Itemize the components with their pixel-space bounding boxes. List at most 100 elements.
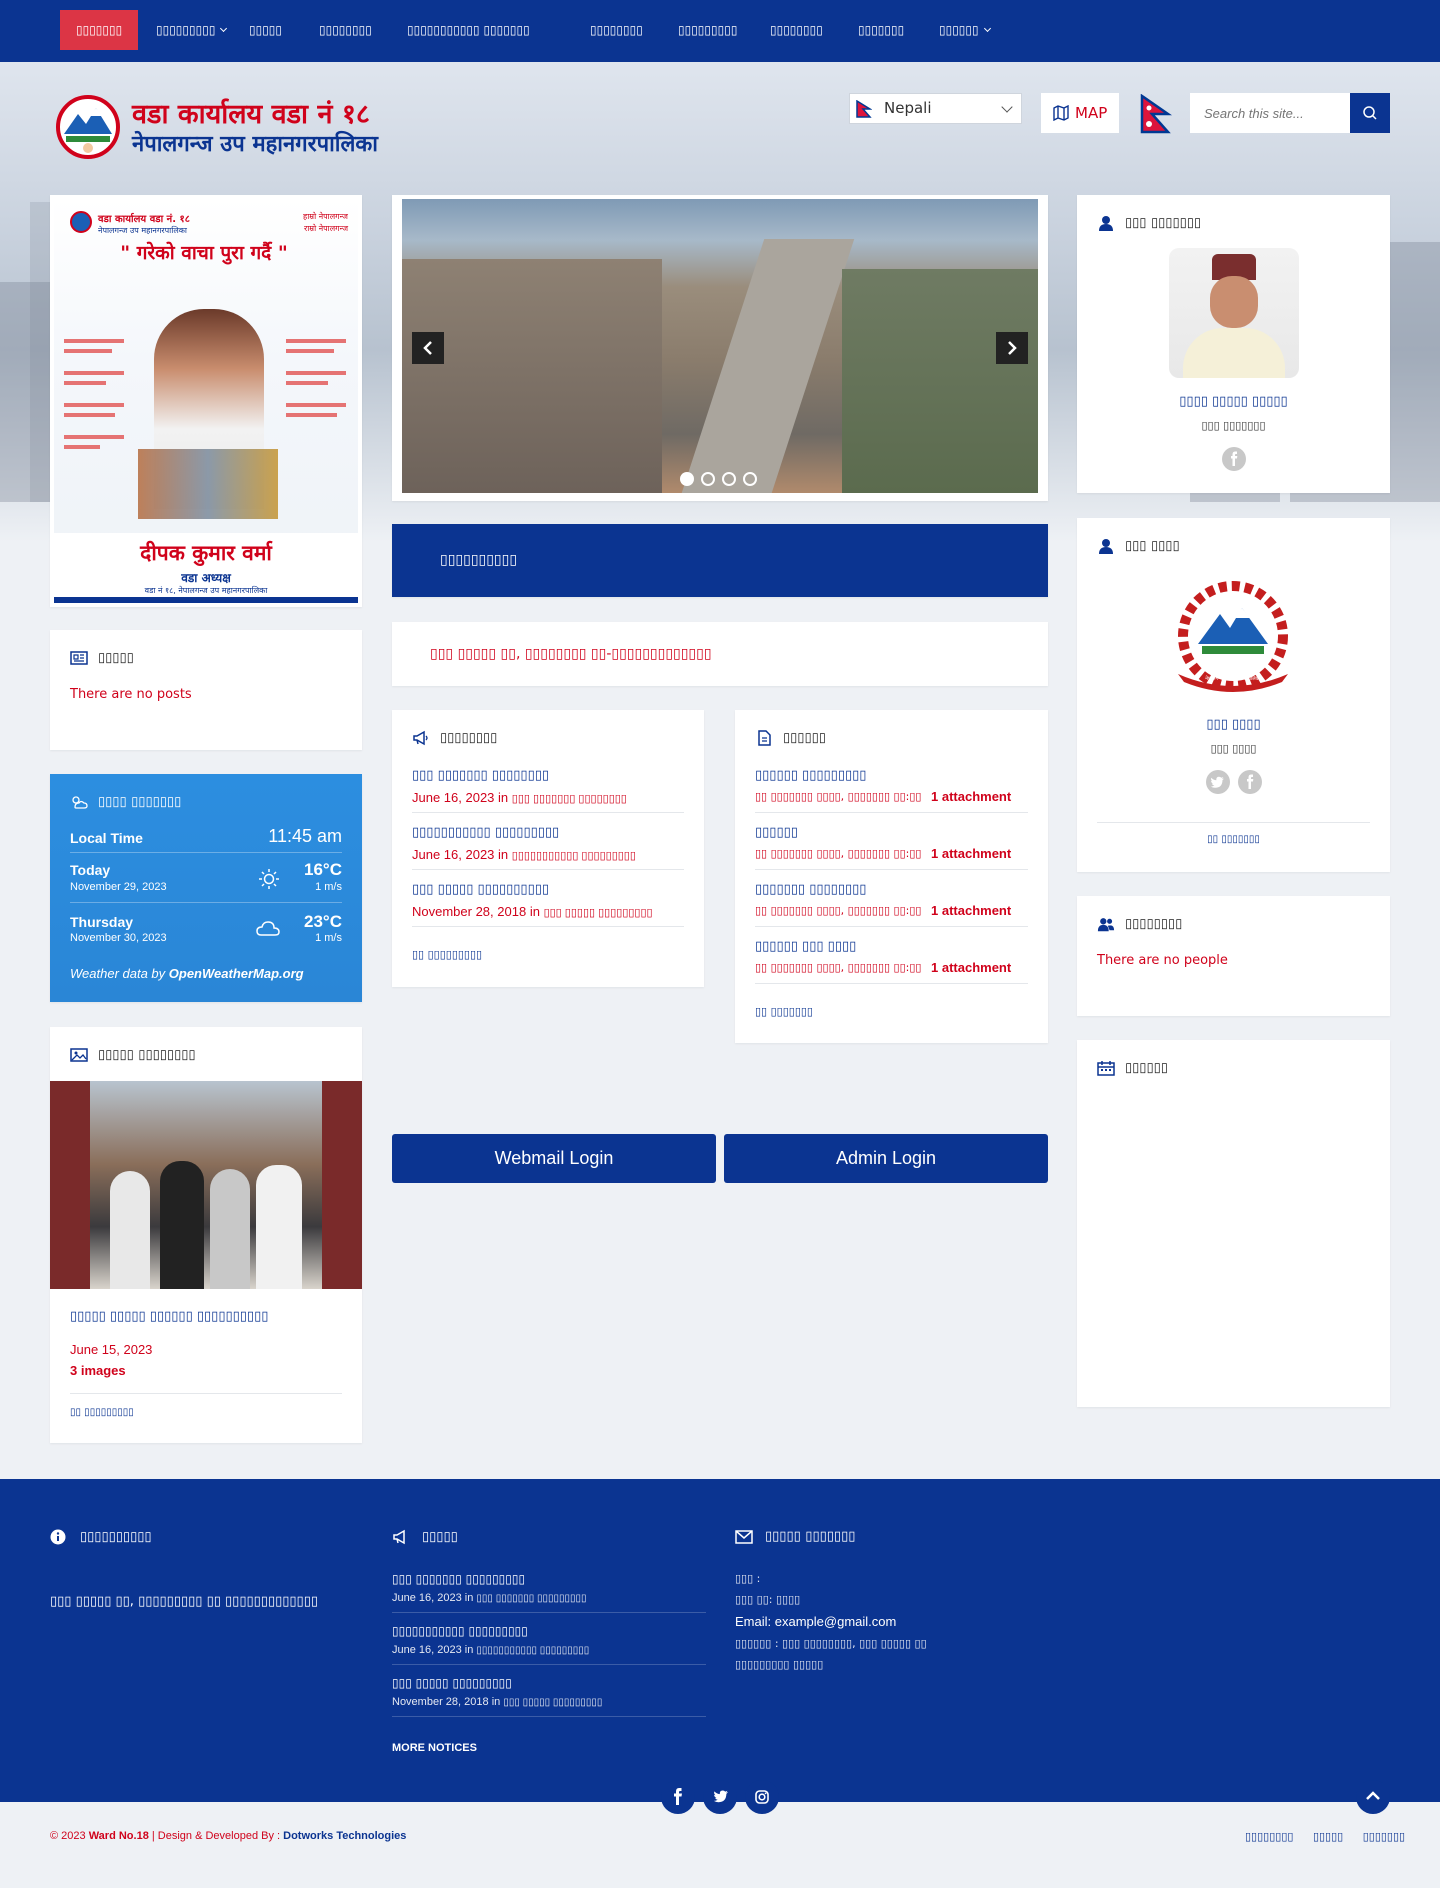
more-notices-link[interactable]: MORE NOTICES [392, 1742, 477, 1754]
slider-dot[interactable] [722, 472, 736, 486]
site-link[interactable]: Ward No.18 [89, 1830, 149, 1842]
notice-banner: ▯▯▯▯▯▯▯▯▯▯ [392, 524, 1048, 597]
emblem-ribbon-text: नेपालगन्ज उप महानगरपालिका [1205, 676, 1261, 682]
facebook-button[interactable] [1238, 770, 1262, 794]
footer-twitter-button[interactable] [703, 1780, 737, 1814]
ticker-text[interactable]: ▯▯▯ ▯▯▯▯▯ ▯▯, ▯▯▯▯▯▯▯▯ ▯▯-▯▯▯▯▯▯▯▯▯▯▯▯▯ [430, 646, 712, 662]
contact-mobile: ▯▯▯ ▯▯: ▯▯▯▯ [735, 1593, 801, 1606]
nav-item-label: ▯▯▯▯▯▯▯▯ [770, 23, 823, 37]
footer-facebook-button[interactable] [661, 1780, 695, 1814]
footer-notice-category[interactable]: ▯▯▯ ▯▯▯▯▯ ▯▯▯▯▯▯▯▯▯ [503, 1697, 602, 1708]
next-day-wind: 1 m/s [315, 932, 342, 944]
map-button[interactable]: MAP [1041, 93, 1119, 133]
copyright: © 2023 Ward No.18 | Design & Developed B… [50, 1830, 407, 1842]
chairperson-name[interactable]: ▯▯▯▯ ▯▯▯▯▯ ▯▯▯▯▯ [1077, 394, 1390, 409]
nav-item[interactable]: ▯▯▯▯▯▯▯▯▯ [140, 10, 242, 50]
notice-category-link[interactable]: ▯▯▯▯▯▯▯▯▯▯▯ ▯▯▯▯▯▯▯▯▯ [512, 850, 636, 862]
slider-dot[interactable] [680, 472, 694, 486]
bottom-link[interactable]: ▯▯▯▯▯▯▯ [1363, 1830, 1405, 1843]
nav-item[interactable]: ▯▯▯▯▯▯ [923, 10, 1006, 50]
nepal-flag-icon [1140, 94, 1172, 134]
ward-officer-view-all[interactable]: ▯▯ ▯▯▯▯▯▯▯ [1077, 834, 1390, 845]
document-attachment[interactable]: 1 attachment [931, 903, 1011, 918]
site-logo[interactable]: वडा कार्यालय वडा नं १८ नेपालगन्ज उप महान… [50, 94, 450, 160]
twitter-button[interactable] [1206, 770, 1230, 794]
slide-image[interactable] [402, 199, 1038, 493]
back-to-top-button[interactable] [1356, 1780, 1390, 1814]
search-button[interactable] [1350, 93, 1390, 133]
nav-item[interactable]: ▯▯▯▯▯▯▯▯▯▯▯ ▯▯▯▯▯▯▯ [391, 10, 546, 50]
bottom-link[interactable]: ▯▯▯▯▯▯▯▯ [1245, 1830, 1293, 1843]
chairperson-card: ▯▯▯ ▯▯▯▯▯▯▯ ▯▯▯▯ ▯▯▯▯▯ ▯▯▯▯▯ ▯▯▯ ▯▯▯▯▯▯▯ [1077, 195, 1390, 493]
notice-title[interactable]: ▯▯▯ ▯▯▯▯▯▯▯ ▯▯▯▯▯▯▯▯ [412, 768, 549, 783]
nav-item[interactable]: ▯▯▯▯▯▯▯▯▯ [662, 10, 753, 50]
gallery-photo[interactable] [50, 1081, 362, 1289]
documents-heading: ▯▯▯▯▯▯ [755, 730, 826, 746]
instagram-icon [755, 1790, 769, 1804]
notice-title[interactable]: ▯▯▯▯▯▯▯▯▯▯▯ ▯▯▯▯▯▯▯▯▯ [412, 825, 559, 840]
footer-notice-meta: June 16, 2023 in ▯▯▯ ▯▯▯▯▯▯▯ ▯▯▯▯▯▯▯▯▯ [392, 1592, 587, 1604]
document-meta: ▯▯ ▯▯▯▯▯▯▯ ▯▯▯▯, ▯▯▯▯▯▯▯ ▯▯:▯▯ [755, 961, 922, 974]
admin-login-button[interactable]: Admin Login [724, 1134, 1048, 1183]
notice-title[interactable]: ▯▯▯ ▯▯▯▯▯ ▯▯▯▯▯▯▯▯▯▯ [412, 882, 549, 897]
facebook-button[interactable] [1222, 447, 1246, 471]
calendar-heading: ▯▯▯▯▯▯ [1097, 1060, 1168, 1076]
slider-next-button[interactable] [996, 332, 1028, 364]
footer-notice-title[interactable]: ▯▯▯ ▯▯▯▯▯ ▯▯▯▯▯▯▯▯▯ [392, 1676, 512, 1690]
language-select[interactable]: Nepali [849, 93, 1022, 124]
notice-date: November 28, 2018 [412, 904, 527, 919]
user-icon [1099, 539, 1113, 554]
document-attachment[interactable]: 1 attachment [931, 960, 1011, 975]
notice-category-link[interactable]: ▯▯▯ ▯▯▯▯▯▯▯ ▯▯▯▯▯▯▯▯ [512, 793, 627, 805]
weather-credit: Weather data by OpenWeatherMap.org [70, 966, 304, 981]
documents-view-all[interactable]: ▯▯ ▯▯▯▯▯▯▯ [755, 1005, 813, 1018]
next-day-label: Thursday [70, 914, 134, 930]
ward-officer-title: ▯▯▯ ▯▯▯▯ [1125, 538, 1180, 554]
emblem-icon [56, 95, 120, 159]
chairperson-photo[interactable] [1169, 248, 1299, 378]
developer-link[interactable]: Dotworks Technologies [283, 1830, 406, 1842]
bottom-link[interactable]: ▯▯▯▯▯ [1313, 1830, 1343, 1843]
slider-dots [680, 472, 760, 486]
ward-officer-name[interactable]: ▯▯▯ ▯▯▯▯ [1077, 717, 1390, 732]
document-title[interactable]: ▯▯▯▯▯▯▯ ▯▯▯▯▯▯▯▯ [755, 882, 866, 897]
email-link[interactable]: example@gmail.com [775, 1614, 897, 1629]
nav-item[interactable]: ▯▯▯▯▯▯▯▯ [754, 10, 839, 50]
document-title[interactable]: ▯▯▯▯▯▯ ▯▯▯ ▯▯▯▯ [755, 939, 856, 954]
poster-footer: वडा नं १८, नेपालगन्ज उप महानगरपालिका [144, 586, 268, 595]
gallery-view-all[interactable]: ▯▯ ▯▯▯▯▯▯▯▯▯ [70, 1407, 134, 1418]
notices-view-all[interactable]: ▯▯ ▯▯▯▯▯▯▯▯▯ [412, 948, 482, 961]
nav-item[interactable]: ▯▯▯▯▯▯▯▯ [303, 10, 388, 50]
footer-instagram-button[interactable] [745, 1780, 779, 1814]
footer-notice-category[interactable]: ▯▯▯ ▯▯▯▯▯▯▯ ▯▯▯▯▯▯▯▯▯ [476, 1593, 586, 1604]
slider-prev-button[interactable] [412, 332, 444, 364]
gallery-count: 3 images [70, 1363, 126, 1378]
footer-notice-title[interactable]: ▯▯▯▯▯▯▯▯▯▯▯ ▯▯▯▯▯▯▯▯▯ [392, 1624, 528, 1638]
nav-item-label: ▯▯▯▯▯▯▯ [858, 23, 905, 37]
nav-item[interactable]: ▯▯▯▯▯▯▯ [842, 10, 920, 50]
search-icon [1363, 106, 1377, 120]
footer-notice-title[interactable]: ▯▯▯ ▯▯▯▯▯▯▯ ▯▯▯▯▯▯▯▯▯ [392, 1572, 525, 1586]
slider-dot[interactable] [701, 472, 715, 486]
poster-sub: नेपालगन्ज उप महानगरपालिका [98, 226, 187, 235]
notice-category-link[interactable]: ▯▯▯ ▯▯▯▯▯ ▯▯▯▯▯▯▯▯▯ [544, 907, 653, 919]
document-attachment[interactable]: 1 attachment [931, 846, 1011, 861]
document-attachment[interactable]: 1 attachment [931, 789, 1011, 804]
document-title[interactable]: ▯▯▯▯▯▯ [755, 825, 798, 840]
notice-date: June 16, 2023 [412, 847, 495, 862]
openweathermap-link[interactable]: OpenWeatherMap.org [169, 966, 304, 981]
gallery-caption[interactable]: ▯▯▯▯▯ ▯▯▯▯▯ ▯▯▯▯▯▯ ▯▯▯▯▯▯▯▯▯▯ [70, 1309, 268, 1324]
nav-item[interactable]: ▯▯▯▯▯ [233, 10, 298, 50]
chairman-poster[interactable]: वडा कार्यालय वडा नं. १८ नेपालगन्ज उप महा… [54, 199, 358, 603]
calendar-icon [1097, 1061, 1115, 1076]
nepal-flag-icon [856, 100, 872, 118]
slider-dot[interactable] [743, 472, 757, 486]
webmail-login-button[interactable]: Webmail Login [392, 1134, 716, 1183]
document-meta: ▯▯ ▯▯▯▯▯▯▯ ▯▯▯▯, ▯▯▯▯▯▯▯ ▯▯:▯▯ [755, 790, 922, 803]
info-icon [50, 1529, 66, 1545]
nav-item[interactable]: ▯▯▯▯▯▯▯ [60, 10, 139, 50]
poster-card: वडा कार्यालय वडा नं. १८ नेपालगन्ज उप महा… [50, 195, 362, 607]
nav-item[interactable]: ▯▯▯▯▯▯▯▯ [574, 10, 659, 50]
footer-notice-category[interactable]: ▯▯▯▯▯▯▯▯▯▯▯ ▯▯▯▯▯▯▯▯▯ [476, 1645, 589, 1656]
document-title[interactable]: ▯▯▯▯▯▯ ▯▯▯▯▯▯▯▯▯ [755, 768, 866, 783]
